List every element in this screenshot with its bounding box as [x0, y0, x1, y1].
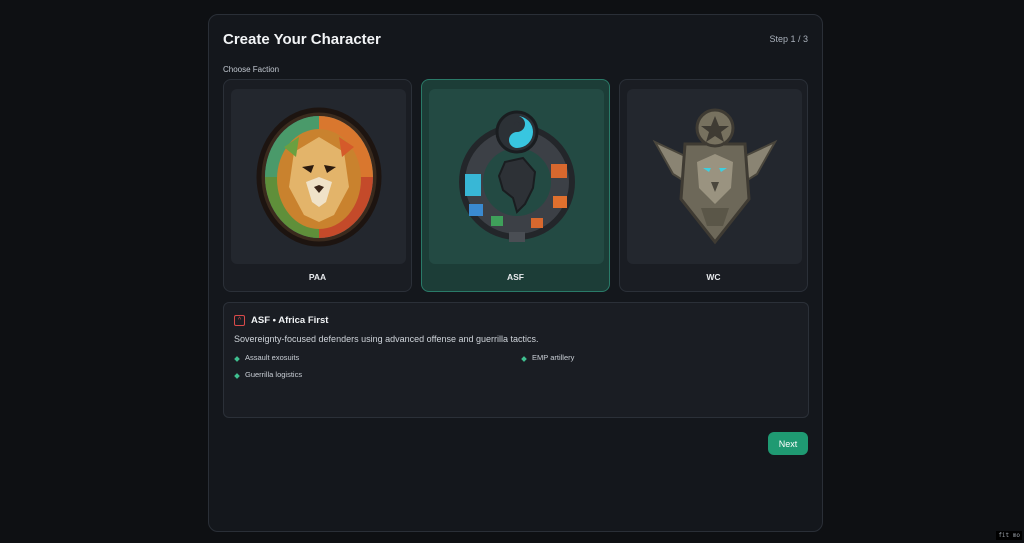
trait-item: Assault exosuits — [234, 353, 300, 362]
corner-label: fit mo — [996, 531, 1022, 540]
character-creation-panel: Create Your Character Step 1 / 3 Choose … — [208, 14, 823, 532]
next-button[interactable]: Next — [768, 432, 808, 455]
trait-item: EMP artillery — [521, 353, 575, 362]
faction-card-wc[interactable]: WC — [619, 79, 808, 292]
trait-item: Guerrilla logistics — [234, 370, 303, 379]
trait-label: Assault exosuits — [245, 353, 300, 362]
bullet-diamond-icon — [234, 356, 240, 362]
step-indicator: Step 1 / 3 — [769, 34, 808, 44]
trait-label: Guerrilla logistics — [245, 370, 303, 379]
faction-info-box: ^ ASF • Africa First Sovereignty-focused… — [223, 302, 809, 418]
faction-cards: PAA ASF WC — [223, 79, 809, 293]
page-title: Create Your Character — [223, 31, 381, 48]
faction-name-asf: ASF — [507, 272, 524, 282]
faction-name-wc: WC — [706, 272, 721, 282]
lion-emblem-icon — [256, 107, 381, 246]
faction-flag-icon: ^ — [234, 315, 245, 326]
faction-card-paa[interactable]: PAA — [223, 79, 412, 292]
faction-name-paa: PAA — [308, 272, 327, 282]
faction-section-label: Choose Faction — [223, 65, 280, 74]
trait-label: EMP artillery — [532, 353, 575, 362]
africa-ring-emblem-icon — [458, 110, 575, 242]
eagle-shield-emblem-icon — [652, 108, 777, 245]
faction-info-title: ASF • Africa First — [251, 315, 329, 326]
bullet-diamond-icon — [234, 373, 240, 379]
faction-art-paa — [231, 89, 406, 264]
faction-art-wc — [627, 89, 802, 264]
faction-card-asf[interactable]: ASF — [421, 79, 610, 292]
bullet-diamond-icon — [521, 356, 527, 362]
faction-description: Sovereignty-focused defenders using adva… — [234, 334, 539, 344]
faction-info-header: ^ ASF • Africa First — [234, 315, 328, 326]
faction-art-asf — [429, 89, 604, 264]
